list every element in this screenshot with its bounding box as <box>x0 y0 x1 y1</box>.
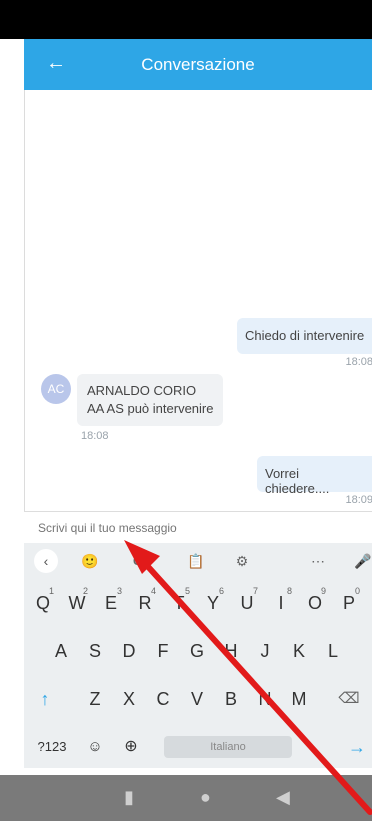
status-bar <box>0 0 372 39</box>
key-b[interactable]: B <box>216 679 246 719</box>
key-g[interactable]: G <box>182 631 212 671</box>
settings-icon[interactable]: ⚙ <box>230 551 254 571</box>
key-i[interactable]: I8 <box>266 583 296 623</box>
recent-apps-icon[interactable]: ▮ <box>124 787 134 808</box>
home-icon[interactable]: ● <box>200 787 211 808</box>
key-h[interactable]: H <box>216 631 246 671</box>
key-hint: 5 <box>184 586 190 596</box>
key-row-3: ↑ Z X C V B N M ⌫ <box>24 679 372 719</box>
composer <box>24 511 372 544</box>
key-m[interactable]: M <box>284 679 314 719</box>
page-title: Conversazione <box>141 55 255 74</box>
period-key[interactable]: . <box>300 727 330 767</box>
key-u[interactable]: U7 <box>232 583 262 623</box>
key-hint: 0 <box>354 586 360 596</box>
key-label: I <box>278 593 284 613</box>
key-label: T <box>173 593 185 613</box>
key-hint: 9 <box>320 586 326 596</box>
key-label: Y <box>206 593 219 613</box>
key-k[interactable]: K <box>284 631 314 671</box>
key-label: W <box>68 593 86 613</box>
avatar: AC <box>41 374 71 404</box>
globe-icon[interactable]: ⊕ <box>116 727 146 767</box>
key-label: Q <box>35 593 50 613</box>
sticker-icon[interactable]: 🙂 <box>78 551 102 571</box>
outgoing-message: Chiedo di intervenire <box>237 318 372 354</box>
symbols-key[interactable]: ?123 <box>32 727 72 767</box>
app-bar: ← Conversazione <box>24 39 372 90</box>
message-time: 18:08 <box>345 356 372 368</box>
key-x[interactable]: X <box>114 679 144 719</box>
message-input[interactable] <box>36 518 360 538</box>
message-list: Chiedo di intervenire 18:08 AC ARNALDO C… <box>24 90 372 511</box>
message-text: AA AS può intervenire <box>87 401 214 416</box>
key-f[interactable]: F <box>148 631 178 671</box>
keyboard: ‹ 🙂 GIF 📋 ⚙ ⋯ 🎤 Q1 W2 E3 R4 T5 Y6 U7 I8 … <box>24 543 372 768</box>
key-z[interactable]: Z <box>80 679 110 719</box>
backspace-key[interactable]: ⌫ <box>334 679 364 719</box>
key-w[interactable]: W2 <box>62 583 92 623</box>
key-n[interactable]: N <box>250 679 280 719</box>
key-c[interactable]: C <box>148 679 178 719</box>
key-o[interactable]: O9 <box>300 583 330 623</box>
emoji-key[interactable]: ☺ <box>80 727 110 767</box>
key-hint: 4 <box>150 586 156 596</box>
key-l[interactable]: L <box>318 631 348 671</box>
key-hint: 3 <box>116 586 122 596</box>
key-hint: 7 <box>252 586 258 596</box>
key-hint: 6 <box>218 586 224 596</box>
mic-icon[interactable]: 🎤 <box>354 551 372 571</box>
navigation-bar: ▮ ● ◀ <box>0 775 372 821</box>
clipboard-icon[interactable]: 📋 <box>184 551 208 571</box>
key-j[interactable]: J <box>250 631 280 671</box>
message-text: Chiedo di intervenire <box>245 328 365 343</box>
message-time: 18:08 <box>81 430 109 442</box>
key-label: O <box>307 593 322 613</box>
key-hint: 2 <box>82 586 88 596</box>
more-icon[interactable]: ⋯ <box>306 551 330 571</box>
gif-icon[interactable]: GIF <box>128 551 158 571</box>
key-label: U <box>240 593 254 613</box>
key-hint: 8 <box>286 586 292 596</box>
space-bar[interactable]: Italiano <box>164 736 292 758</box>
sender-name: ARNALDO CORIO <box>87 383 197 398</box>
key-d[interactable]: D <box>114 631 144 671</box>
key-label: E <box>104 593 117 613</box>
key-row-1: Q1 W2 E3 R4 T5 Y6 U7 I8 O9 P0 <box>24 583 372 623</box>
key-label: P <box>342 593 355 613</box>
key-r[interactable]: R4 <box>130 583 160 623</box>
key-q[interactable]: Q1 <box>28 583 58 623</box>
key-p[interactable]: P0 <box>334 583 364 623</box>
incoming-message: ARNALDO CORIO AA AS può intervenire <box>77 374 224 426</box>
message-text: Vorrei chiedere.... <box>265 466 330 496</box>
key-y[interactable]: Y6 <box>198 583 228 623</box>
key-a[interactable]: A <box>46 631 76 671</box>
collapse-toolbar-icon[interactable]: ‹ <box>34 549 58 573</box>
key-t[interactable]: T5 <box>164 583 194 623</box>
keyboard-toolbar: ‹ 🙂 GIF 📋 ⚙ ⋯ 🎤 <box>24 543 372 579</box>
key-row-2: A S D F G H J K L <box>24 631 372 671</box>
message-time: 18:09 <box>345 494 372 506</box>
key-label: R <box>138 593 152 613</box>
key-e[interactable]: E3 <box>96 583 126 623</box>
shift-key[interactable]: ↑ <box>30 679 60 719</box>
outgoing-message: Vorrei chiedere.... <box>257 456 372 496</box>
key-v[interactable]: V <box>182 679 212 719</box>
key-row-4: ?123 ☺ ⊕ Italiano . → <box>24 727 372 767</box>
enter-key[interactable]: → <box>342 727 372 767</box>
back-nav-icon[interactable]: ◀ <box>276 787 290 808</box>
key-hint: 1 <box>48 586 54 596</box>
key-s[interactable]: S <box>80 631 110 671</box>
